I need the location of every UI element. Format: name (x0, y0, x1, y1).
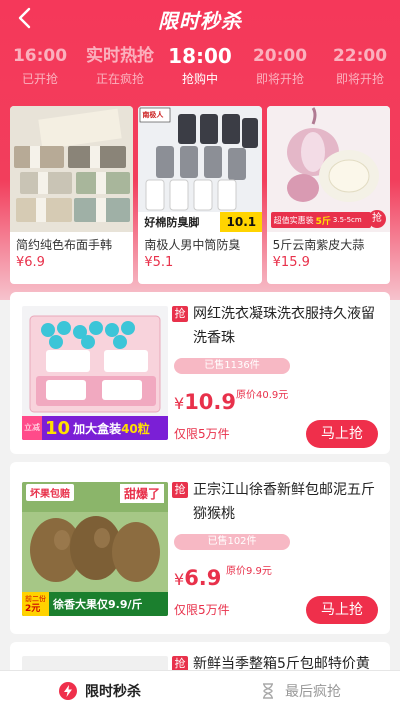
slot-time: 20:00 (252, 46, 308, 66)
garlic-image: 超值实惠装 5斤 3.5-5cm 抢 (266, 106, 390, 232)
tab-slot-2000[interactable]: 20:00 即将开抢 (240, 44, 320, 100)
slot-time: 18:00 (168, 44, 232, 68)
slot-status: 即将开抢 (255, 72, 304, 86)
tag-left: 坏果包赔 (26, 484, 74, 501)
product-name: 南极人男中筒防臭 (144, 238, 241, 252)
buy-now-button[interactable]: 马上抢 (306, 420, 378, 448)
price-value: 6.9 (184, 566, 222, 590)
promo-count: 40粒 (121, 421, 150, 436)
promo-left: 立减 (22, 416, 42, 440)
time-slot-tabs: 16:00 已开抢 实时热抢 正在疯抢 18:00 抢购中 20:00 即将开抢… (0, 44, 400, 100)
slot-time: 16:00 (12, 46, 68, 66)
product-title: 网红洗衣凝珠洗衣服持久液留洗香珠 (193, 306, 375, 346)
promo-left-box: 前二份 2元 (22, 592, 49, 616)
promo-overlay: 超值实惠装 5斤 3.5-5cm (270, 212, 371, 228)
tab-label: 限时秒杀 (85, 683, 141, 700)
product-card[interactable]: 坏果包赔 甜爆了 前二份 2元 徐香大果仅9.9/斤 抢 正宗江山徐香新鲜包邮泥… (10, 462, 390, 634)
promo-left: 前二份 (25, 594, 46, 603)
tab-flash-sale[interactable]: 限时秒杀 (0, 671, 200, 710)
hourglass-icon (263, 682, 273, 699)
promo-banner: 立减 10 加大盒装 40粒 (22, 416, 168, 440)
slot-status: 已开抢 (21, 72, 58, 86)
product-price: ¥15.9 (272, 255, 310, 270)
grab-badge: 抢 (367, 210, 386, 228)
original-price: 原价40.9元 (236, 390, 289, 401)
tab-slot-hot[interactable]: 实时热抢 正在疯抢 (80, 44, 160, 100)
product-price: ¥10.9 (174, 390, 236, 414)
promo-text: 徐香大果仅9.9/斤 (53, 598, 143, 611)
product-title: 正宗江山徐香新鲜包邮泥五斤猕猴桃 (193, 482, 375, 522)
promo-text: 加大盒装 (73, 421, 122, 436)
promo-num: 2元 (25, 603, 41, 614)
currency: ¥ (174, 394, 185, 413)
promo-text: 超值实惠装 (273, 215, 314, 225)
grab-badge: 抢 (172, 306, 188, 322)
sold-count: 已售102件 (207, 536, 257, 547)
tab-slot-1800[interactable]: 18:00 抢购中 (160, 44, 240, 100)
promo-banner: 前二份 2元 徐香大果仅9.9/斤 (22, 592, 168, 616)
tab-slot-2200[interactable]: 22:00 即将开抢 (320, 44, 400, 100)
product-card[interactable]: 立减 10 加大盒装 40粒 抢 网红洗衣凝珠洗衣服持久液留洗香珠 已售1136… (10, 292, 390, 454)
laundry-beads-image: 立减 10 加大盒装 40粒 (22, 306, 168, 440)
kiwi-image: 坏果包赔 甜爆了 前二份 2元 徐香大果仅9.9/斤 (22, 482, 168, 616)
tab-label: 最后疯抢 (285, 683, 341, 700)
slot-time: 22:00 (332, 46, 388, 66)
grab-badge: 抢 (172, 482, 188, 498)
currency: ¥ (174, 570, 185, 589)
sold-progress: 已售102件 (174, 534, 290, 550)
product-price: ¥6.9 (16, 255, 45, 270)
slot-status: 正在疯抢 (95, 72, 144, 86)
sold-progress: 已售1136件 (174, 358, 290, 374)
featured-card-socks[interactable]: 南极人 好棉防臭脚 10.1 南极人男中筒防臭 ¥5.1 (138, 106, 262, 284)
slot-time: 实时热抢 (86, 46, 154, 66)
tag-right: 甜爆了 (119, 484, 164, 503)
product-name: 5斤云南紫皮大蒜 (272, 238, 365, 252)
brand-logo: 南极人 (142, 111, 164, 119)
featured-card-garlic[interactable]: 超值实惠装 5斤 3.5-5cm 抢 5斤云南紫皮大蒜 ¥15.9 (266, 106, 390, 284)
promo-text: 好棉防臭脚 (144, 216, 200, 229)
price-value: 10.9 (184, 390, 237, 414)
promo-weight: 5斤 (315, 216, 331, 227)
promo-num: 10 (45, 417, 71, 439)
stock-limit: 仅限5万件 (174, 427, 230, 441)
product-name: 简约纯色布面手韩 (16, 238, 113, 252)
stock-limit: 仅限5万件 (174, 603, 230, 617)
page-title: 限时秒杀 (158, 9, 242, 33)
promo-overlay: 好棉防臭脚 10.1 (138, 212, 262, 232)
product-price: ¥6.9 (174, 566, 221, 590)
promo-size: 3.5-5cm (332, 216, 362, 224)
promo-price: 10.1 (220, 212, 262, 232)
tab-slot-1600[interactable]: 16:00 已开抢 (0, 44, 80, 100)
sold-count: 已售1136件 (204, 360, 260, 371)
slot-status: 即将开抢 (335, 72, 384, 86)
tab-last-chance[interactable]: 最后疯抢 (200, 671, 400, 710)
slot-status: 抢购中 (181, 72, 218, 86)
lightning-icon (59, 681, 77, 700)
product-price: ¥5.1 (144, 255, 174, 270)
socks-image: 南极人 好棉防臭脚 10.1 (138, 106, 262, 232)
bottom-tab-bar: 限时秒杀 最后疯抢 (0, 670, 400, 710)
featured-card-towel[interactable]: 简约纯色布面手韩 ¥6.9 (10, 106, 134, 284)
buy-now-button[interactable]: 马上抢 (306, 596, 378, 624)
towel-image (10, 106, 134, 232)
original-price: 原价9.9元 (226, 566, 272, 577)
featured-products: 简约纯色布面手韩 ¥6.9 南极人 好棉防臭脚 10.1 南极人男中筒防臭 ¥5… (10, 106, 390, 284)
